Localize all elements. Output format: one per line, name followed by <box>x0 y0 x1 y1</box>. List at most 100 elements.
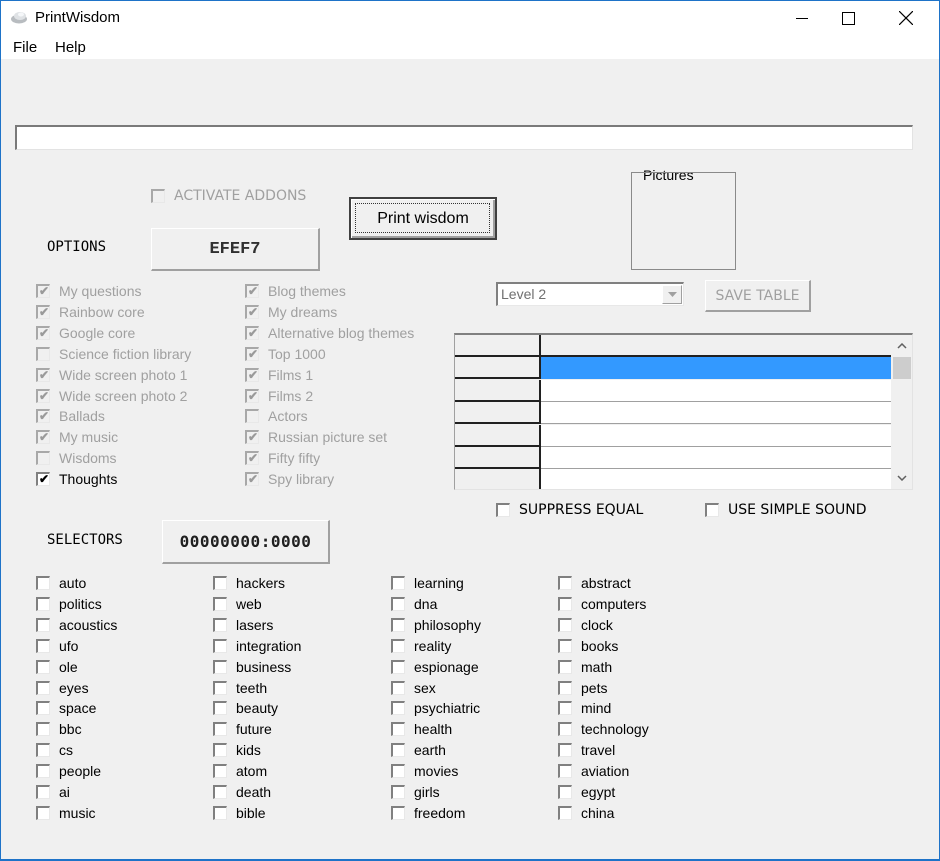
library-checkbox[interactable]: ✔ Blog themes <box>245 283 346 299</box>
save-table-button[interactable]: SAVE TABLE <box>705 280 811 312</box>
library-checkbox[interactable]: ✔ Google core <box>36 325 135 341</box>
selector-checkbox[interactable]: movies <box>391 763 458 779</box>
library-checkbox[interactable]: ✔ Alternative blog themes <box>245 325 414 341</box>
grid-row[interactable] <box>455 357 891 380</box>
selector-checkbox[interactable]: atom <box>213 763 267 779</box>
maximize-button[interactable] <box>825 1 871 35</box>
library-checkbox[interactable]: ✔ Ballads <box>36 408 105 424</box>
selector-checkbox[interactable]: kids <box>213 742 261 758</box>
scroll-up-button[interactable] <box>892 337 912 355</box>
library-checkbox[interactable]: ✔ Films 1 <box>245 367 313 383</box>
library-checkbox[interactable]: Actors <box>245 408 308 424</box>
selectors-code-button[interactable]: 00000000:0000 <box>162 520 330 564</box>
selector-checkbox[interactable]: books <box>558 638 618 654</box>
selector-checkbox[interactable]: lasers <box>213 617 273 633</box>
selector-checkbox[interactable]: hackers <box>213 575 285 591</box>
title-bar[interactable]: PrintWisdom <box>1 1 939 35</box>
grid-header-row[interactable] <box>455 335 891 357</box>
selector-checkbox[interactable]: technology <box>558 721 649 737</box>
activate-addons-checkbox[interactable]: ACTIVATE ADDONS <box>151 188 306 204</box>
selector-checkbox[interactable]: earth <box>391 742 446 758</box>
grid-cell[interactable] <box>541 357 891 380</box>
selector-checkbox[interactable]: abstract <box>558 575 631 591</box>
close-button[interactable] <box>883 1 929 35</box>
grid-row[interactable] <box>455 379 891 402</box>
selector-checkbox[interactable]: people <box>36 763 101 779</box>
selector-checkbox[interactable]: health <box>391 721 452 737</box>
selector-checkbox[interactable]: music <box>36 805 96 821</box>
selector-checkbox[interactable]: aviation <box>558 763 629 779</box>
selector-checkbox[interactable]: space <box>36 700 96 716</box>
selector-checkbox[interactable]: freedom <box>391 805 465 821</box>
selector-checkbox[interactable]: cs <box>36 742 73 758</box>
library-checkbox[interactable]: ✔ Films 2 <box>245 388 313 404</box>
selector-checkbox[interactable]: mind <box>558 700 611 716</box>
library-checkbox[interactable]: ✔ Thoughts <box>36 471 117 487</box>
grid-row[interactable] <box>455 447 891 469</box>
scroll-thumb[interactable] <box>893 357 911 379</box>
grid-row[interactable] <box>455 469 891 489</box>
library-checkbox[interactable]: ✔ My music <box>36 429 118 445</box>
wisdom-text-field[interactable] <box>15 125 913 150</box>
library-checkbox[interactable]: ✔ Top 1000 <box>245 346 326 362</box>
library-checkbox[interactable]: ✔ Spy library <box>245 471 334 487</box>
selector-checkbox[interactable]: politics <box>36 596 102 612</box>
print-wisdom-button[interactable]: Print wisdom <box>349 197 497 240</box>
selector-checkbox[interactable]: web <box>213 596 262 612</box>
selector-checkbox[interactable]: future <box>213 721 272 737</box>
scroll-down-button[interactable] <box>892 469 912 487</box>
selector-checkbox[interactable]: integration <box>213 638 301 654</box>
minimize-button[interactable] <box>779 1 825 35</box>
grid-cell[interactable] <box>541 402 891 425</box>
library-checkbox[interactable]: ✔ Russian picture set <box>245 429 387 445</box>
selector-checkbox[interactable]: beauty <box>213 700 278 716</box>
selector-checkbox[interactable]: math <box>558 659 612 675</box>
selector-checkbox[interactable]: learning <box>391 575 464 591</box>
level-select-dropdown-button[interactable] <box>662 285 682 304</box>
options-code-button[interactable]: EFEF7 <box>151 228 320 271</box>
library-checkbox[interactable]: Science fiction library <box>36 346 191 362</box>
selector-checkbox[interactable]: dna <box>391 596 437 612</box>
selector-checkbox[interactable]: auto <box>36 575 86 591</box>
selector-checkbox[interactable]: death <box>213 784 271 800</box>
selector-checkbox[interactable]: ufo <box>36 638 78 654</box>
grid-cell[interactable] <box>541 469 891 489</box>
selector-checkbox[interactable]: china <box>558 805 614 821</box>
grid-row[interactable] <box>455 424 891 447</box>
selector-checkbox[interactable]: pets <box>558 680 607 696</box>
data-grid[interactable] <box>454 333 913 490</box>
library-checkbox[interactable]: ✔ Rainbow core <box>36 304 145 320</box>
library-checkbox[interactable]: ✔ My questions <box>36 283 141 299</box>
grid-cell[interactable] <box>541 424 891 447</box>
selector-checkbox[interactable]: business <box>213 659 291 675</box>
menu-file[interactable]: File <box>13 39 37 56</box>
selector-checkbox[interactable]: computers <box>558 596 646 612</box>
selector-checkbox[interactable]: sex <box>391 680 436 696</box>
selector-checkbox[interactable]: espionage <box>391 659 479 675</box>
selector-checkbox[interactable]: travel <box>558 742 615 758</box>
menu-help[interactable]: Help <box>55 39 86 56</box>
selector-checkbox[interactable]: girls <box>391 784 440 800</box>
grid-cell[interactable] <box>541 335 891 357</box>
selector-checkbox[interactable]: reality <box>391 638 451 654</box>
library-checkbox[interactable]: ✔ Fifty fifty <box>245 450 320 466</box>
selector-checkbox[interactable]: teeth <box>213 680 267 696</box>
suppress-equal-checkbox[interactable]: SUPPRESS EQUAL <box>496 502 643 518</box>
level-select[interactable]: Level 2 <box>496 282 684 306</box>
selector-checkbox[interactable]: clock <box>558 617 613 633</box>
grid-cell[interactable] <box>541 379 891 402</box>
selector-checkbox[interactable]: ole <box>36 659 78 675</box>
selector-checkbox[interactable]: bbc <box>36 721 82 737</box>
selector-checkbox[interactable]: bible <box>213 805 266 821</box>
grid-row[interactable] <box>455 402 891 425</box>
grid-scrollbar[interactable] <box>892 335 912 489</box>
library-checkbox[interactable]: ✔ Wide screen photo 1 <box>36 367 187 383</box>
selector-checkbox[interactable]: psychiatric <box>391 700 480 716</box>
use-simple-sound-checkbox[interactable]: USE SIMPLE SOUND <box>705 502 866 518</box>
selector-checkbox[interactable]: acoustics <box>36 617 117 633</box>
selector-checkbox[interactable]: ai <box>36 784 70 800</box>
selector-checkbox[interactable]: egypt <box>558 784 615 800</box>
library-checkbox[interactable]: ✔ Wide screen photo 2 <box>36 388 187 404</box>
library-checkbox[interactable]: Wisdoms <box>36 450 117 466</box>
library-checkbox[interactable]: ✔ My dreams <box>245 304 337 320</box>
